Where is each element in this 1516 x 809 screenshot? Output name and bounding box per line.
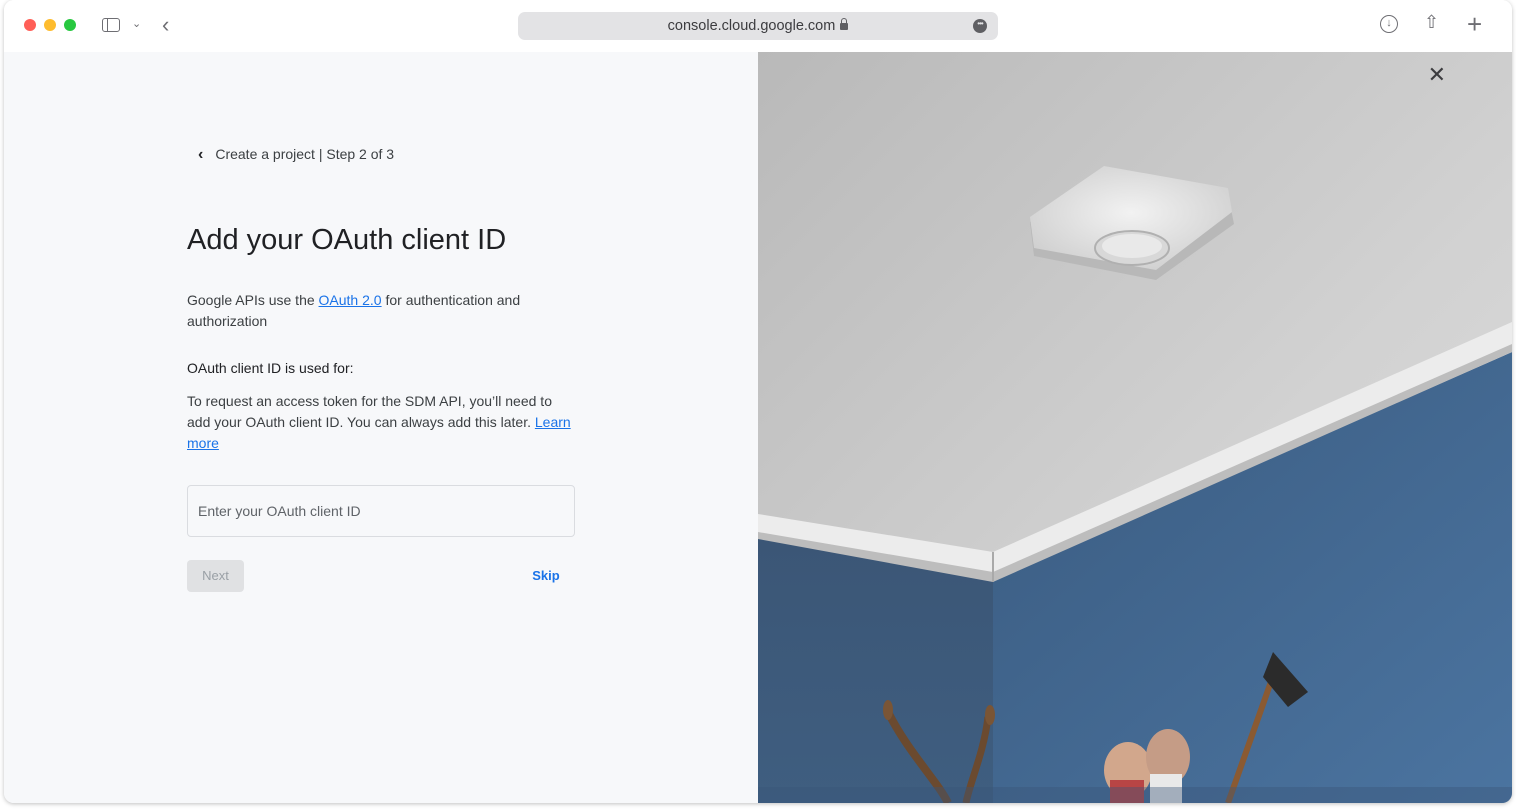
- chevron-left-icon[interactable]: ‹: [198, 146, 203, 164]
- oauth-client-id-field[interactable]: [187, 485, 575, 537]
- browser-window: ⌄ ‹ console.cloud.google.com ••• ↓ ⇧ + ‹…: [4, 0, 1512, 803]
- browser-toolbar: ⌄ ‹ console.cloud.google.com ••• ↓ ⇧ +: [4, 0, 1512, 52]
- oauth-link[interactable]: OAuth 2.0: [319, 292, 382, 308]
- oauth-client-id-input[interactable]: [188, 486, 568, 536]
- setup-form-panel: ‹ Create a project | Step 2 of 3 Add your…: [4, 52, 758, 803]
- sidebar-icon[interactable]: [102, 18, 120, 32]
- illustration-photo: ✕: [758, 52, 1512, 803]
- minimize-window-button[interactable]: [44, 19, 56, 31]
- intro-text: Google APIs use the OAuth 2.0 for authen…: [187, 292, 521, 329]
- next-button[interactable]: Next: [187, 560, 244, 592]
- usage-heading: OAuth client ID is used for:: [187, 360, 354, 376]
- address-bar[interactable]: console.cloud.google.com •••: [518, 12, 998, 40]
- share-icon[interactable]: ⇧: [1424, 12, 1439, 33]
- page-title: Add your OAuth client ID: [187, 224, 507, 256]
- usage-text: To request an access token for the SDM A…: [187, 393, 571, 451]
- skip-button[interactable]: Skip: [525, 560, 567, 592]
- step-label: Create a project | Step 2 of 3: [215, 146, 395, 162]
- close-icon[interactable]: ✕: [1428, 62, 1446, 88]
- new-tab-icon[interactable]: +: [1467, 9, 1482, 40]
- lock-icon: [840, 18, 849, 30]
- zoom-window-button[interactable]: [64, 19, 76, 31]
- url-text: console.cloud.google.com: [518, 18, 998, 34]
- close-window-button[interactable]: [24, 19, 36, 31]
- step-breadcrumb[interactable]: ‹ Create a project | Step 2 of 3: [198, 146, 394, 164]
- back-icon[interactable]: ‹: [162, 12, 169, 38]
- download-icon[interactable]: ↓: [1380, 15, 1398, 33]
- more-icon[interactable]: •••: [973, 19, 987, 33]
- ceiling-smoke-alarm-photo: [758, 52, 1512, 803]
- chevron-down-icon[interactable]: ⌄: [132, 17, 141, 30]
